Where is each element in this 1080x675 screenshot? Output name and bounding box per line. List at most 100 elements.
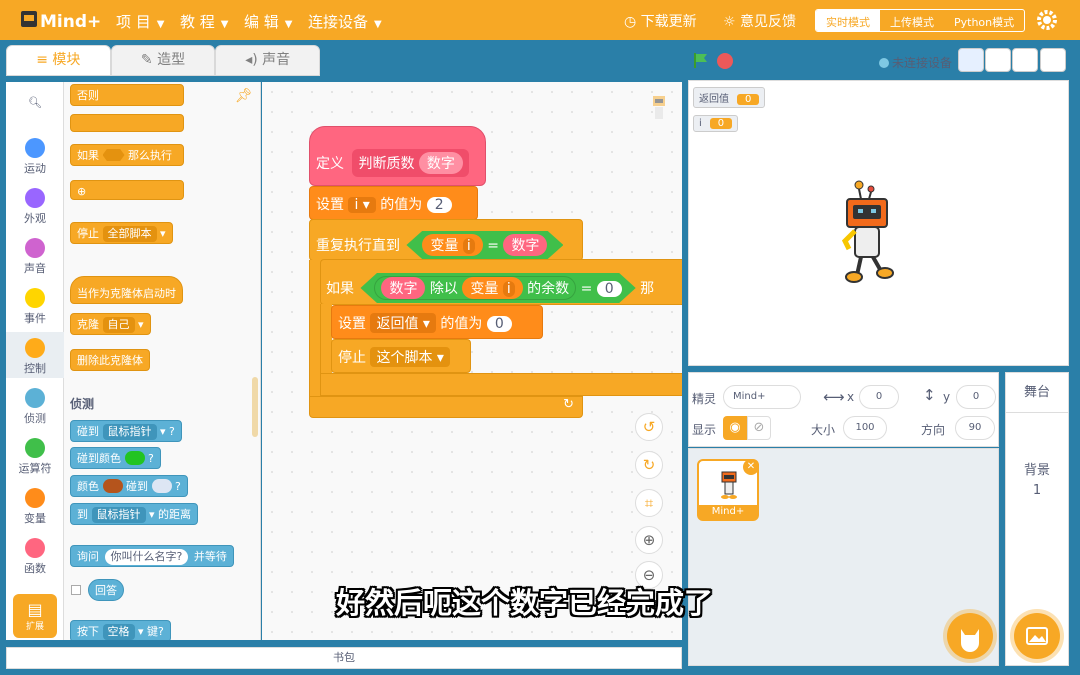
green-flag-icon[interactable]	[692, 51, 710, 69]
else-block[interactable]: 否则	[70, 84, 184, 106]
clone-start-hat-block[interactable]: 当作为克隆体启动时	[70, 276, 183, 304]
blocks-icon: ≡	[36, 52, 53, 68]
touching-color-block[interactable]: 碰到颜色 ?	[70, 447, 161, 469]
show-eye-icon[interactable]: ◉	[723, 416, 747, 440]
repeat-until-block[interactable]: 重复执行直到 变量 i = 数字	[309, 219, 583, 261]
stop-button[interactable]	[717, 53, 733, 69]
pin-icon[interactable]: 📌︎	[235, 88, 253, 104]
gear-icon[interactable]	[1036, 9, 1058, 31]
distance-to-block[interactable]: 到 鼠标指针 ▾ 的距离	[70, 503, 199, 525]
menu-tutorial[interactable]: 教 程 ▼	[180, 11, 228, 32]
mode-realtime[interactable]: 实时模式	[816, 10, 880, 31]
search-icon[interactable]: 🔍︎	[6, 96, 64, 109]
menu-connect-device[interactable]: 连接设备 ▼	[308, 11, 382, 32]
param-reporter[interactable]: 数字	[418, 152, 463, 174]
delete-sprite-icon[interactable]: ✕	[743, 459, 759, 475]
sprite-name-field[interactable]: Mind+	[723, 385, 801, 409]
category-dot	[25, 238, 45, 258]
feedback-button[interactable]: ☼ 意见反馈	[723, 11, 796, 31]
category-looks[interactable]: 外观	[6, 188, 64, 226]
y-field[interactable]: 0	[956, 385, 996, 409]
tab-blocks[interactable]: ≡ 模块	[6, 45, 111, 76]
category-dot	[25, 538, 45, 558]
mode-upload[interactable]: 上传模式	[880, 10, 944, 31]
large-stage-icon[interactable]	[1012, 48, 1038, 72]
size-label: 大小	[811, 423, 836, 437]
add-backdrop-button[interactable]	[1014, 613, 1060, 659]
crop-icon[interactable]: ⌗	[635, 489, 663, 517]
backpack-bar[interactable]: 书包	[6, 647, 682, 669]
category-events[interactable]: 事件	[6, 288, 64, 326]
fullscreen-icon[interactable]	[1040, 48, 1066, 72]
set-i-block[interactable]: 设置 i ▾ 的值为 2	[309, 186, 478, 220]
palette-scrollbar[interactable]	[252, 377, 258, 437]
create-clone-block[interactable]: 克隆 自己 ▾	[70, 313, 151, 335]
normal-stage-icon[interactable]	[985, 48, 1011, 72]
sprite-thumb-icon	[721, 471, 737, 499]
stop-this-script-block[interactable]: 停止 这个脚本 ▾	[331, 339, 471, 373]
delete-clone-block[interactable]: 删除此克隆体	[70, 349, 150, 371]
stop-dropdown[interactable]: 这个脚本 ▾	[370, 347, 450, 367]
equals-mod-operator[interactable]: 数字 除以 变量 i 的余数 = 0	[360, 273, 636, 303]
small-stage-icon[interactable]	[958, 48, 984, 72]
function-name: 判断质数 数字	[352, 149, 469, 177]
refresh-icon: ◷	[624, 14, 641, 30]
set-return-block[interactable]: 设置 返回值 ▾ 的值为 0	[331, 305, 543, 339]
direction-field[interactable]: 90	[955, 416, 995, 440]
value-input[interactable]: 2	[426, 197, 452, 213]
cat-icon	[961, 629, 979, 652]
category-functions[interactable]: 函数	[6, 538, 64, 576]
answer-checkbox[interactable]	[71, 585, 81, 595]
size-field[interactable]: 100	[843, 416, 887, 440]
var-dropdown[interactable]: 返回值 ▾	[370, 313, 436, 333]
menu-project[interactable]: 项 目 ▼	[116, 11, 164, 32]
equals-operator[interactable]: 变量 i = 数字	[406, 231, 564, 259]
mode-python[interactable]: Python模式	[944, 10, 1024, 31]
category-variables[interactable]: 变量	[6, 488, 64, 526]
category-sound[interactable]: 声音	[6, 238, 64, 276]
mind-plus-logo[interactable]: Mind+	[20, 7, 100, 33]
show-label: 显示	[692, 423, 717, 437]
touching-block[interactable]: 碰到 鼠标指针 ▾ ?	[70, 420, 182, 442]
x-field[interactable]: 0	[859, 385, 899, 409]
redo-icon[interactable]: ↻	[635, 451, 663, 479]
stop-block[interactable]: 停止 全部脚本 ▾	[70, 222, 173, 244]
image-icon	[1026, 627, 1048, 645]
backdrop-count: 1	[1032, 483, 1042, 498]
if-block-bottom	[320, 373, 682, 396]
category-control[interactable]: 控制	[6, 332, 64, 378]
stage-title: 舞台	[1006, 373, 1068, 413]
add-sprite-button[interactable]	[947, 613, 993, 659]
download-update-button[interactable]: ◷ 下载更新	[624, 11, 697, 31]
extension-button[interactable]: ▤ 扩展	[13, 594, 57, 638]
monitor-return-value: 返回值 0	[693, 87, 766, 108]
mind-plus-robot-sprite[interactable]	[837, 179, 897, 285]
category-sensing[interactable]: 侦测	[6, 388, 64, 426]
if-then-block[interactable]: 如果 那么执行	[70, 144, 184, 166]
zoom-in-icon[interactable]: ⊕	[635, 526, 663, 554]
menu-edit[interactable]: 编 辑 ▼	[244, 11, 292, 32]
else-block-end[interactable]	[70, 114, 184, 132]
sprite-thumbnail[interactable]: ✕ Mind+	[697, 459, 759, 521]
value-input[interactable]: 0	[486, 316, 512, 332]
status-dot-icon	[879, 58, 889, 68]
stage-canvas[interactable]: 返回值 0 i0	[688, 80, 1069, 366]
category-operators[interactable]: 运算符	[6, 438, 64, 476]
hide-eye-icon[interactable]: ⊘	[747, 416, 771, 440]
tab-costumes[interactable]: ✎ 造型	[110, 45, 216, 76]
sprite-thumb-name: Mind+	[699, 505, 757, 519]
ask-and-wait-block[interactable]: 询问 你叫什么名字? 并等待	[70, 545, 234, 567]
undo-icon[interactable]: ↺	[635, 413, 663, 441]
answer-reporter-block[interactable]: 回答	[88, 579, 124, 601]
if-then-block[interactable]: 如果 数字 除以 变量 i 的余数 = 0 那	[320, 259, 682, 305]
sprite-label: 精灵	[692, 392, 717, 406]
category-motion[interactable]: 运动	[6, 138, 64, 176]
define-block[interactable]: 定义 判断质数 数字	[309, 126, 486, 186]
if-then-block-end[interactable]: ⊕	[70, 180, 184, 200]
key-pressed-block[interactable]: 按下 空格 ▾ 键?	[70, 620, 171, 640]
var-dropdown[interactable]: i ▾	[348, 197, 376, 213]
tab-sounds[interactable]: ◂) 声音	[215, 45, 321, 76]
y-label: y	[943, 390, 951, 404]
plus-icon[interactable]: ⊕	[77, 185, 86, 198]
color-touching-color-block[interactable]: 颜色 碰到 ?	[70, 475, 188, 497]
